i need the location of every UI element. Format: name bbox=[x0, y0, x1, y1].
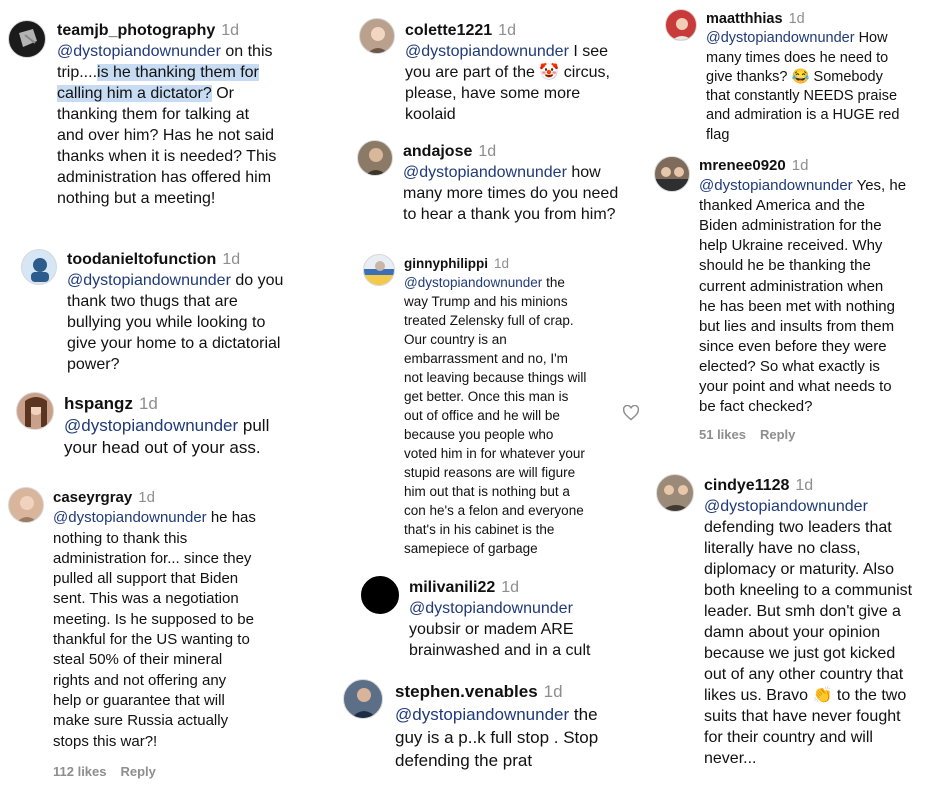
comment-text: @dystopiandownunder pull your head out o… bbox=[64, 416, 270, 457]
username[interactable]: maatthhias bbox=[706, 11, 783, 27]
timestamp: 1d bbox=[221, 22, 240, 39]
username[interactable]: stephen.venables bbox=[395, 682, 538, 701]
mention-link[interactable]: @dystopiandownunder bbox=[704, 496, 940, 517]
highlighted-text: is he thanking them for bbox=[97, 64, 259, 81]
mention-link[interactable]: @dystopiandownunder bbox=[405, 43, 569, 60]
username[interactable]: hspangz bbox=[64, 394, 133, 413]
username[interactable]: colette1221 bbox=[405, 22, 492, 39]
reply-button[interactable]: Reply bbox=[121, 764, 156, 779]
username[interactable]: teamjb_photography bbox=[57, 22, 215, 39]
username[interactable]: milivanili22 bbox=[409, 579, 495, 596]
mention-link[interactable]: @dystopiandownunder bbox=[57, 43, 221, 60]
timestamp: 1d bbox=[222, 251, 241, 268]
avatar[interactable] bbox=[21, 249, 57, 285]
comment-text: @dystopiandownunder defending two leader… bbox=[704, 496, 940, 769]
laughing-emoji: 😂 bbox=[791, 68, 810, 85]
comment-text: @dystopiandownunder youbsir or madem ARE… bbox=[409, 598, 639, 661]
comment-text: @dystopiandownunder the way Trump and hi… bbox=[404, 275, 587, 556]
mention-link[interactable]: @dystopiandownunder bbox=[403, 164, 567, 181]
username[interactable]: toodanieltofunction bbox=[67, 251, 216, 268]
avatar[interactable] bbox=[363, 254, 395, 286]
clown-emoji: 🤡 bbox=[539, 64, 560, 81]
reply-button[interactable]: Reply bbox=[760, 427, 795, 442]
comment-text: @dystopiandownunder I see you are part o… bbox=[405, 43, 610, 123]
comment-text: @dystopiandownunder the guy is a p..k fu… bbox=[395, 705, 599, 770]
timestamp: 1d bbox=[138, 394, 158, 413]
username[interactable]: mrenee0920 bbox=[699, 157, 786, 174]
username[interactable]: caseyrgray bbox=[53, 489, 132, 506]
avatar[interactable] bbox=[656, 474, 694, 512]
avatar[interactable] bbox=[16, 392, 54, 430]
likes-count[interactable]: 51 likes bbox=[699, 427, 746, 442]
avatar[interactable] bbox=[665, 9, 697, 41]
comment-text: @dystopiandownunder he has nothing to th… bbox=[53, 509, 256, 750]
comment-text: @dystopiandownunder do you thank two thu… bbox=[67, 272, 284, 373]
timestamp: 1d bbox=[791, 157, 809, 174]
clapping-emoji: 👏 bbox=[812, 687, 833, 704]
avatar[interactable] bbox=[357, 140, 393, 176]
mention-link[interactable]: @dystopiandownunder bbox=[699, 177, 853, 194]
timestamp: 1d bbox=[494, 256, 510, 271]
comment-text: @dystopiandownunder how many more times … bbox=[403, 164, 619, 223]
comment-text: @dystopiandownunder on this trip....is h… bbox=[57, 43, 277, 207]
timestamp: 1d bbox=[795, 477, 814, 494]
mention-link[interactable]: @dystopiandownunder bbox=[404, 275, 542, 290]
avatar[interactable] bbox=[654, 156, 690, 192]
avatar[interactable] bbox=[359, 18, 395, 54]
username[interactable]: cindye1128 bbox=[704, 477, 789, 494]
avatar[interactable] bbox=[8, 487, 44, 523]
avatar[interactable] bbox=[343, 679, 383, 719]
mention-link[interactable]: @dystopiandownunder bbox=[67, 272, 231, 289]
timestamp: 1d bbox=[543, 682, 563, 701]
avatar[interactable] bbox=[361, 576, 399, 614]
comment-text: @dystopiandownunder Yes, he thanked Amer… bbox=[699, 177, 907, 416]
timestamp: 1d bbox=[788, 11, 805, 27]
like-heart-icon[interactable] bbox=[622, 404, 640, 421]
timestamp: 1d bbox=[478, 143, 497, 160]
timestamp: 1d bbox=[498, 22, 516, 39]
mention-link[interactable]: @dystopiandownunder bbox=[409, 598, 639, 619]
mention-link[interactable]: @dystopiandownunder bbox=[395, 705, 569, 724]
username[interactable]: andajose bbox=[403, 143, 472, 160]
timestamp: 1d bbox=[138, 489, 155, 506]
avatar[interactable] bbox=[8, 20, 46, 58]
likes-count[interactable]: 112 likes bbox=[53, 764, 107, 779]
username[interactable]: ginnyphilippi bbox=[404, 256, 488, 271]
mention-link[interactable]: @dystopiandownunder bbox=[53, 509, 207, 526]
timestamp: 1d bbox=[501, 579, 520, 596]
mention-link[interactable]: @dystopiandownunder bbox=[706, 30, 855, 46]
mention-link[interactable]: @dystopiandownunder bbox=[64, 416, 238, 435]
highlighted-text: calling him a dictator? bbox=[57, 85, 212, 102]
comment-text: @dystopiandownunder How many times does … bbox=[706, 30, 900, 143]
